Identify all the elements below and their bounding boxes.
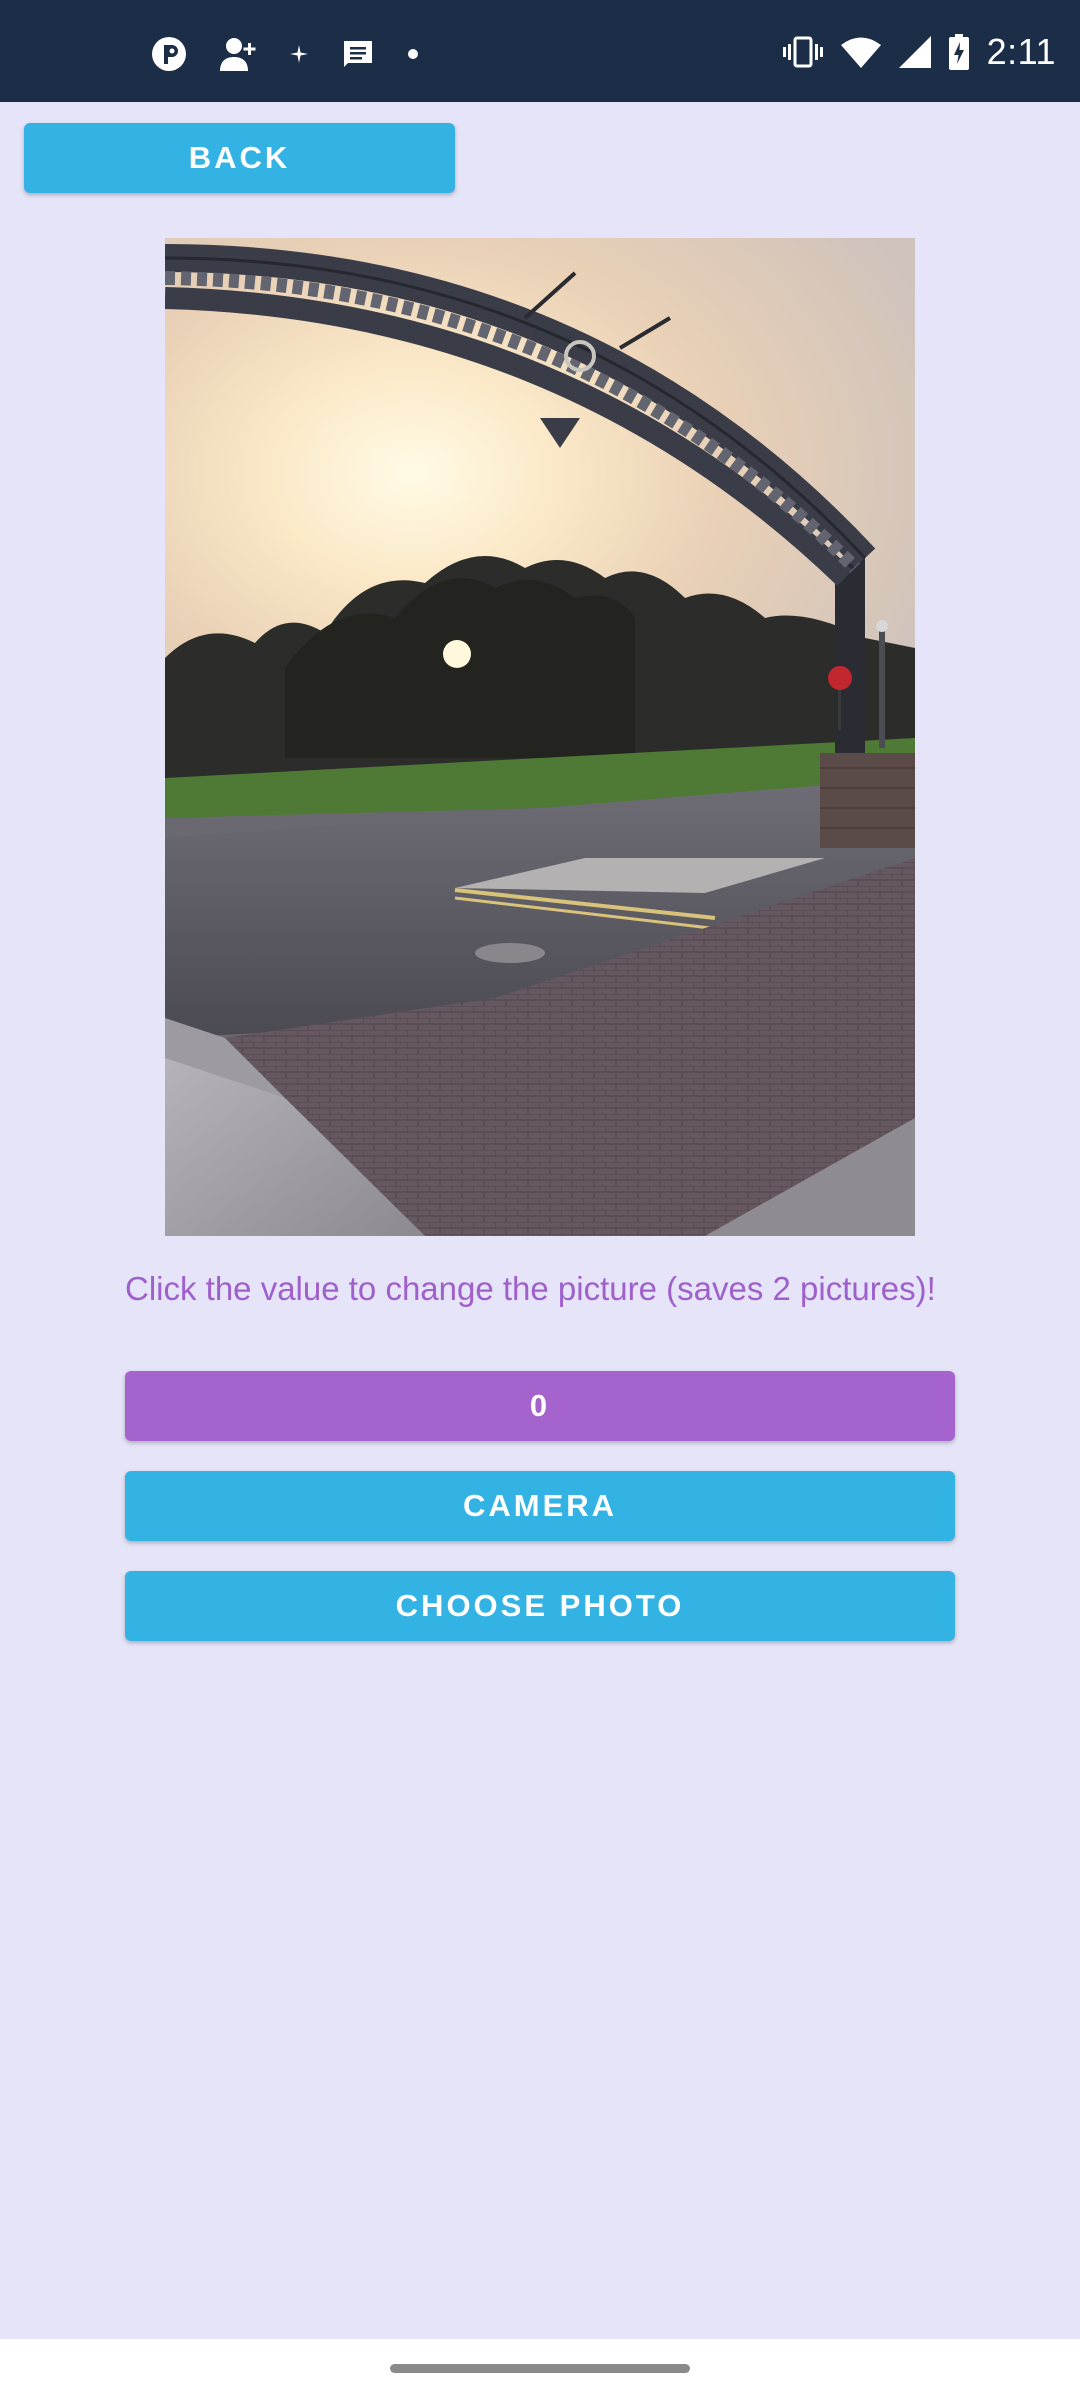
- back-button[interactable]: BACK: [24, 123, 455, 193]
- status-right-icons: 2:11: [782, 30, 1056, 74]
- street-arch-sunset-photo: [165, 238, 915, 1236]
- choose-photo-button[interactable]: CHOOSE PHOTO: [125, 1571, 955, 1641]
- wifi-icon: [840, 36, 881, 68]
- person-add-icon: [218, 35, 258, 73]
- p-circle-icon: [150, 35, 188, 73]
- camera-button[interactable]: CAMERA: [125, 1471, 955, 1541]
- home-indicator[interactable]: [390, 2364, 690, 2373]
- dot-icon: [406, 47, 420, 61]
- vibrate-icon: [782, 34, 823, 70]
- status-bar: 2:11: [0, 0, 1080, 102]
- battery-charging-icon: [948, 34, 969, 70]
- photo-preview: [165, 238, 915, 1236]
- status-time: 2:11: [986, 31, 1056, 72]
- status-left-icons: [150, 34, 420, 74]
- signal-icon: [898, 36, 931, 68]
- hint-text: Click the value to change the picture (s…: [125, 1270, 936, 1307]
- sparkle-icon: [288, 43, 310, 65]
- value-button[interactable]: 0: [125, 1371, 955, 1441]
- message-icon: [340, 37, 376, 71]
